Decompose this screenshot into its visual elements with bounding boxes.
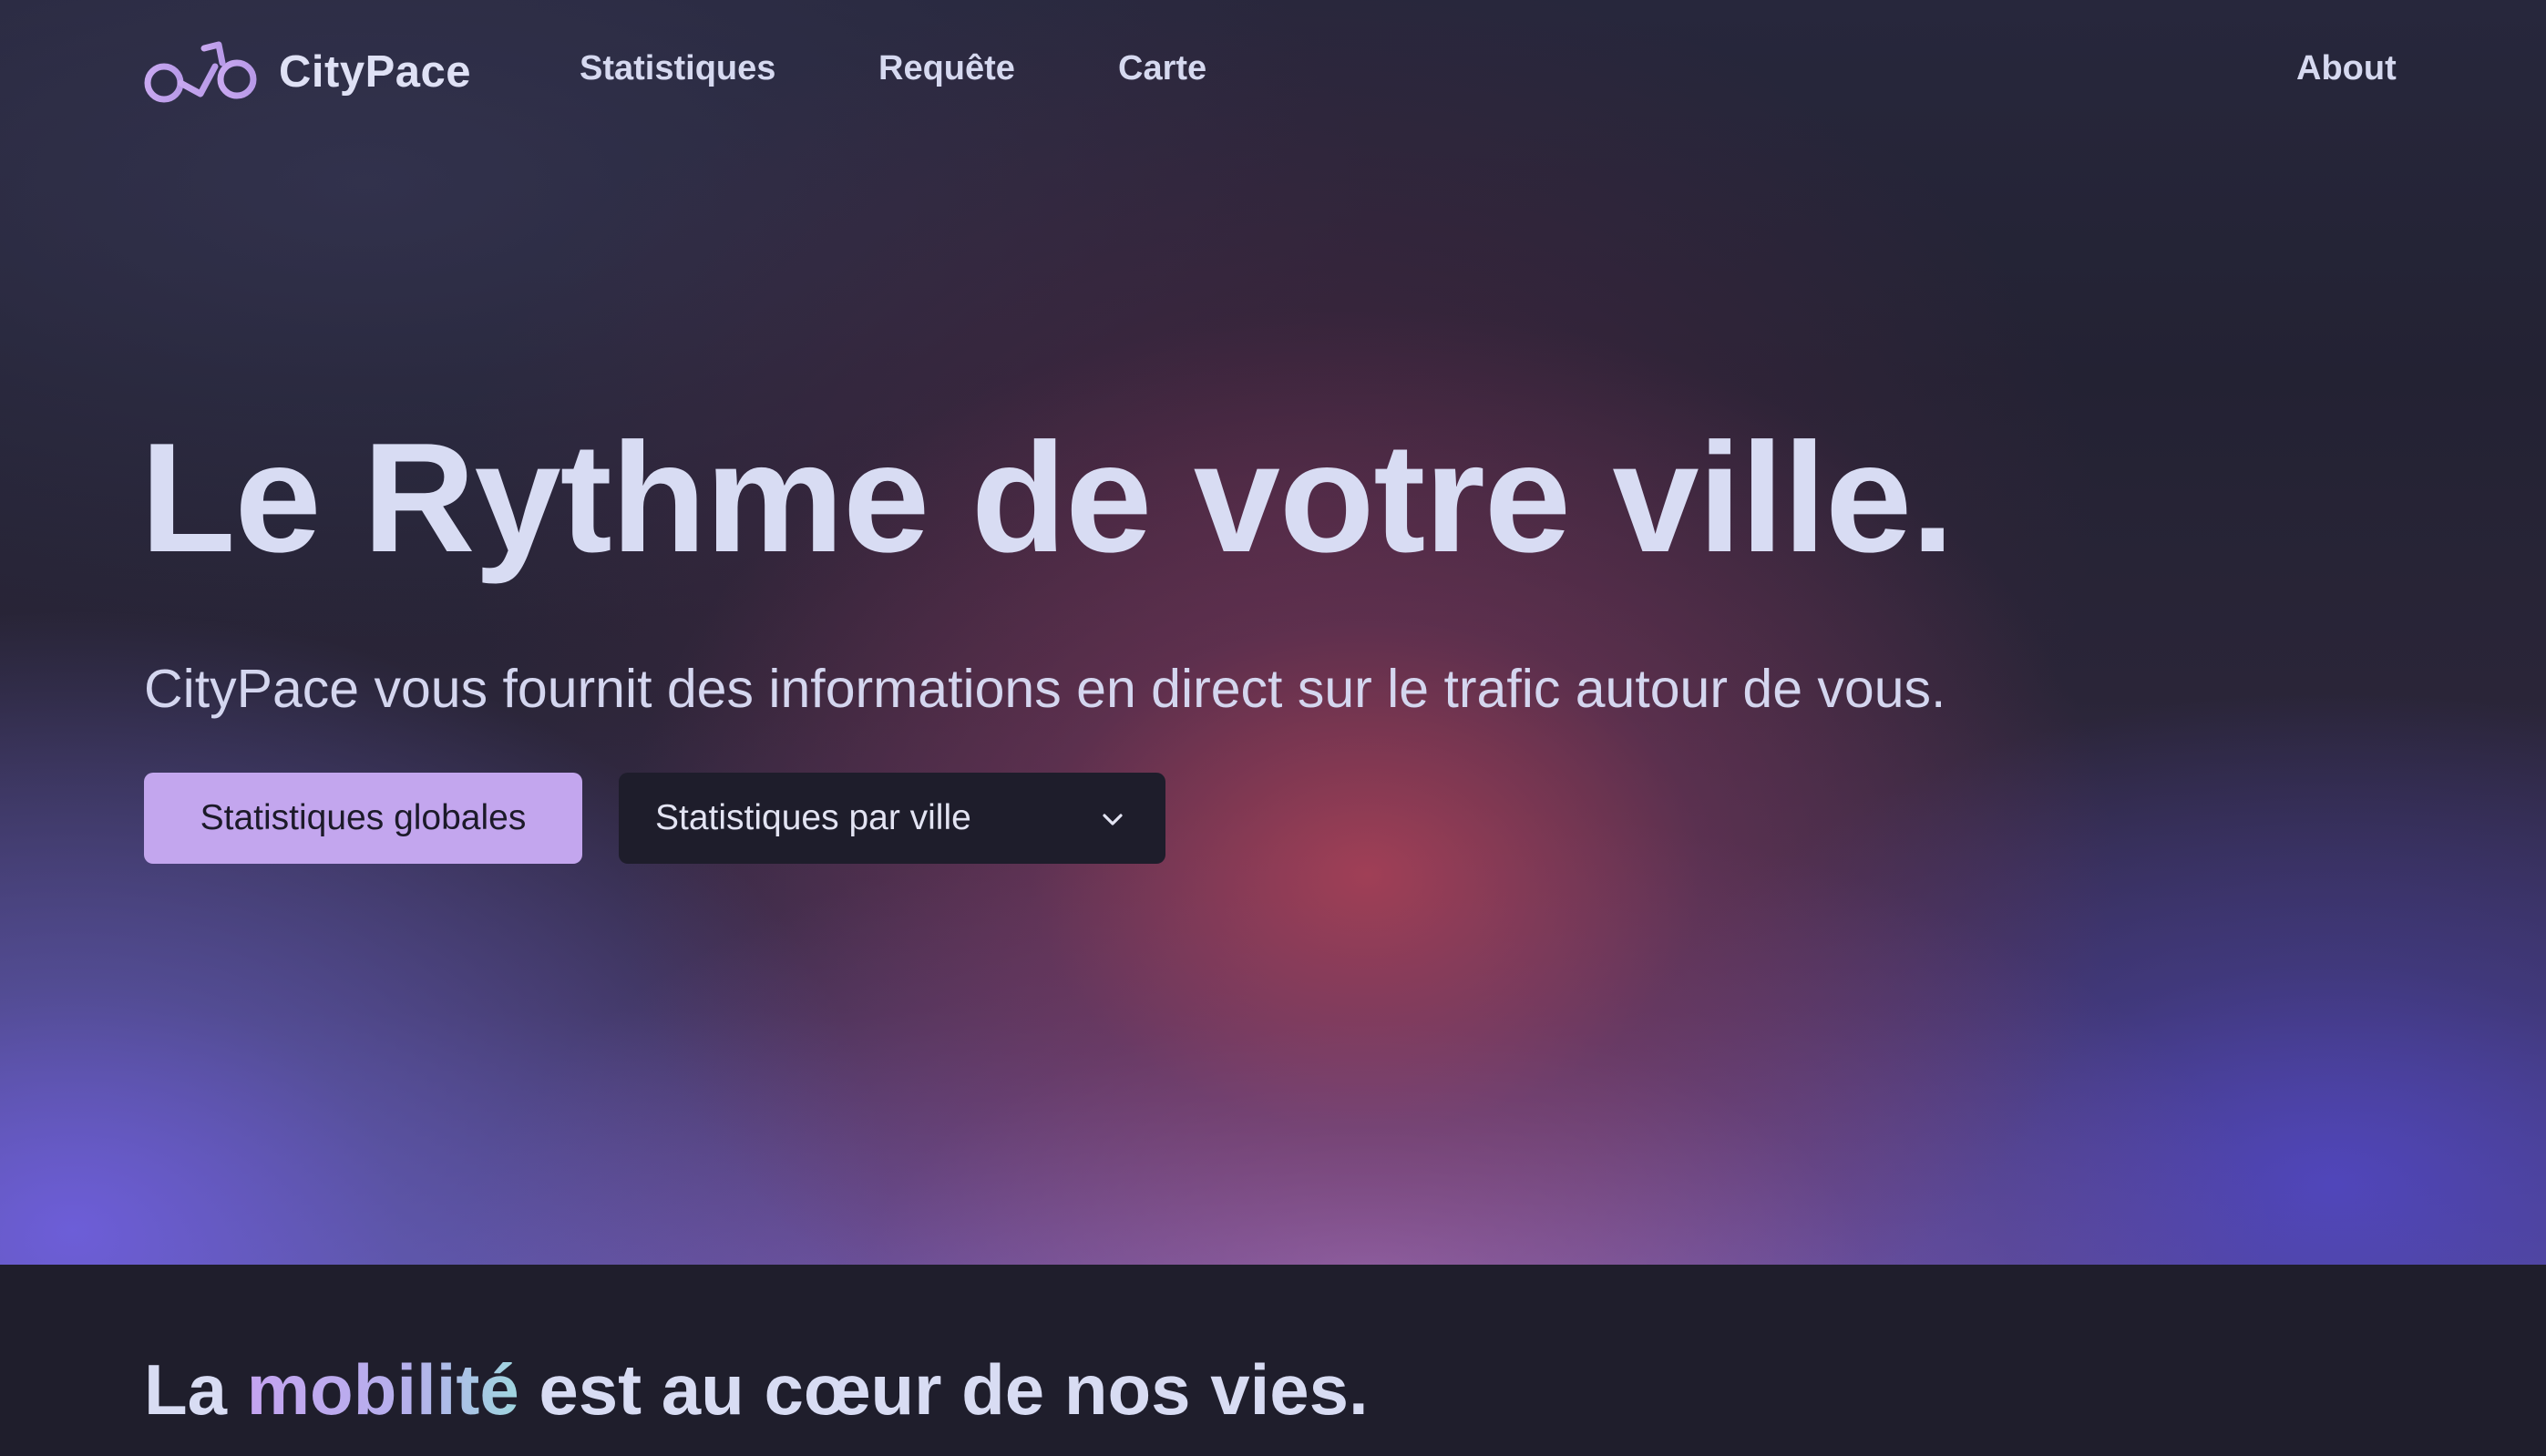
city-stats-dropdown[interactable]: Statistiques par ville bbox=[619, 773, 1165, 864]
brand-logo-link[interactable]: CityPace bbox=[144, 31, 471, 113]
chevron-down-icon bbox=[1103, 814, 1123, 825]
mobility-section-title: La mobilité est au cœur de nos vies. bbox=[144, 1348, 1369, 1431]
hero-title: Le Rythme de votre ville. bbox=[140, 411, 1955, 585]
hero-section: CityPace Statistiques Requête Carte Abou… bbox=[0, 0, 2546, 1265]
bicycle-icon bbox=[144, 41, 257, 103]
title-accent-word: mobilité bbox=[246, 1349, 519, 1430]
city-stats-dropdown-label: Statistiques par ville bbox=[655, 798, 971, 837]
hero-subtitle: CityPace vous fournit des informations e… bbox=[144, 659, 1946, 719]
global-stats-button[interactable]: Statistiques globales bbox=[144, 773, 582, 864]
brand-name: CityPace bbox=[279, 47, 472, 97]
nav-link-carte[interactable]: Carte bbox=[1118, 49, 1206, 88]
title-part-1: La bbox=[144, 1349, 247, 1430]
title-part-2: est au cœur de nos vies. bbox=[518, 1349, 1369, 1430]
nav-link-about[interactable]: About bbox=[2296, 49, 2397, 88]
mobility-section: La mobilité est au cœur de nos vies. bbox=[0, 1265, 2546, 1456]
top-navbar: CityPace Statistiques Requête Carte Abou… bbox=[0, 0, 2546, 146]
nav-link-statistiques[interactable]: Statistiques bbox=[580, 49, 775, 88]
nav-link-requete[interactable]: Requête bbox=[878, 49, 1015, 88]
global-stats-button-label: Statistiques globales bbox=[200, 798, 527, 837]
